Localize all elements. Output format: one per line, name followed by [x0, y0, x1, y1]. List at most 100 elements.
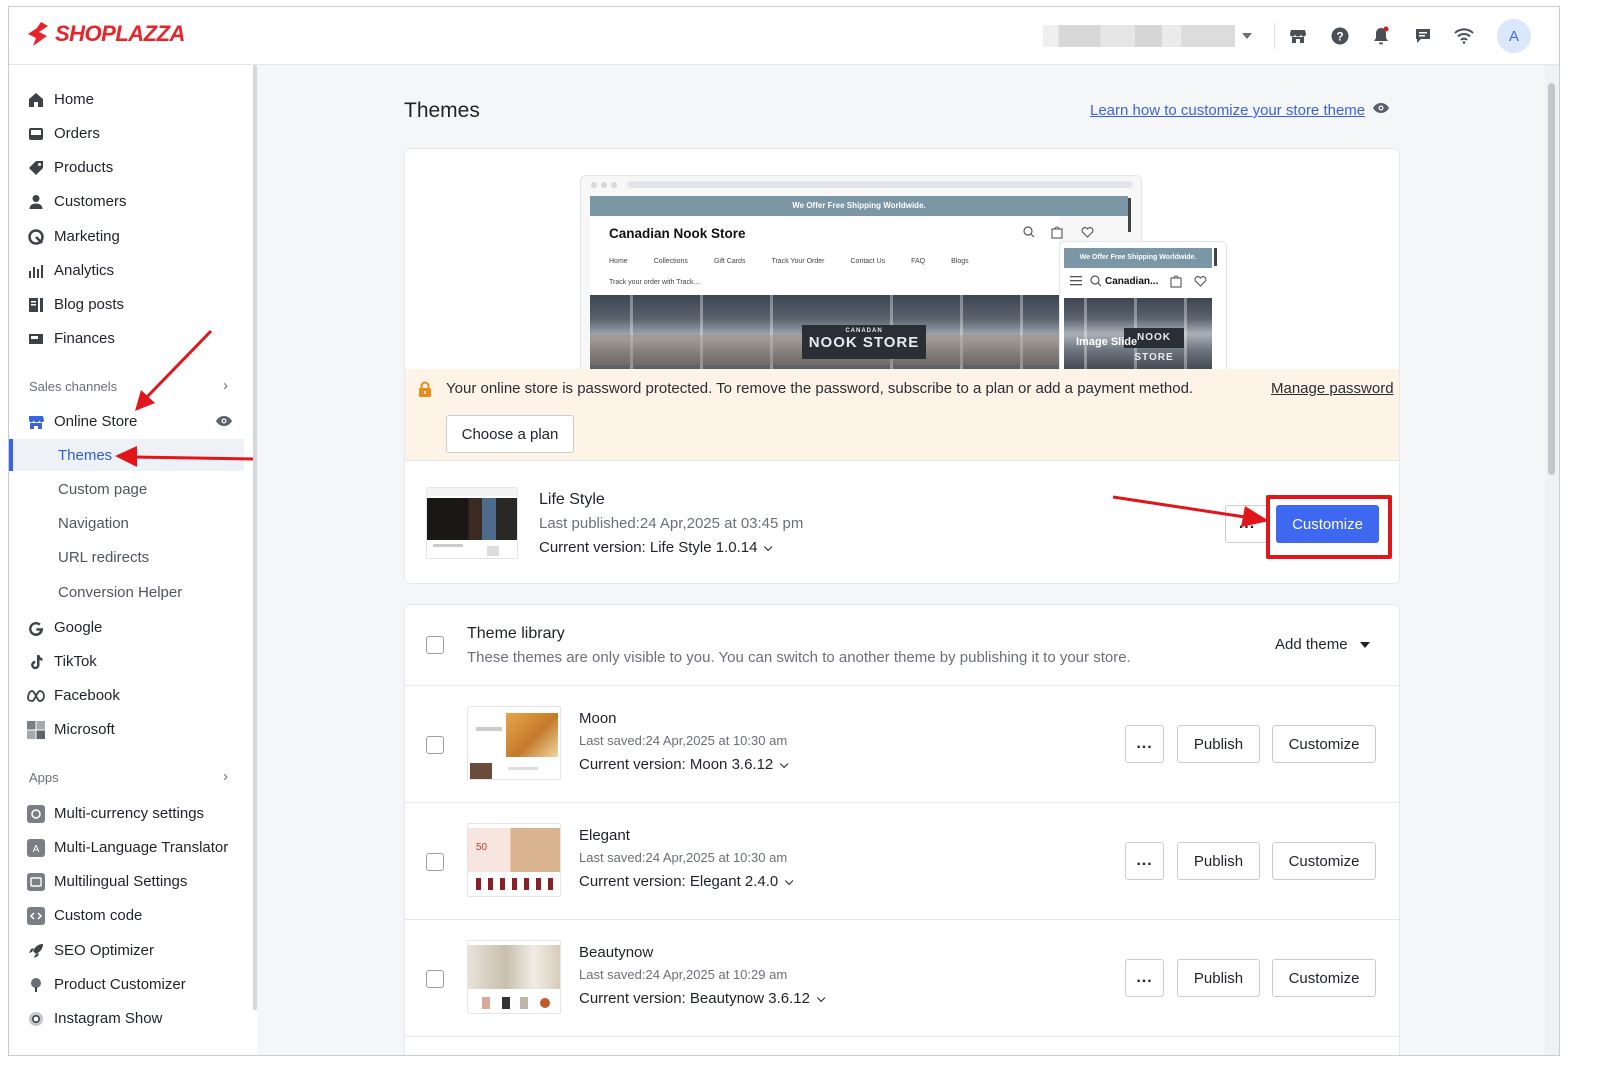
select-all-checkbox[interactable]	[426, 636, 444, 654]
sidebar-item-label: SEO Optimizer	[54, 942, 155, 959]
theme-version[interactable]: Current version: Beautynow 3.6.12	[579, 990, 826, 1007]
sidebar-app-product-customizer[interactable]: Product Customizer	[9, 970, 249, 1000]
sidebar-item-facebook[interactable]: Facebook	[9, 681, 249, 711]
sidebar-item-label: Facebook	[54, 687, 120, 704]
mobile-search-icon	[1090, 275, 1102, 287]
customize-button[interactable]: Customize	[1272, 842, 1376, 880]
alert-message: Your online store is password protected.…	[446, 380, 1194, 397]
multilingual-app-icon	[27, 873, 45, 891]
current-theme-version[interactable]: Current version: Life Style 1.0.14	[539, 539, 773, 556]
theme-name: Elegant	[579, 827, 630, 844]
mobile-preview: We Offer Free Shipping Worldwide. Canadi…	[1059, 241, 1227, 369]
sidebar-sub-item-url-redirects[interactable]: URL redirects	[9, 541, 244, 573]
code-app-icon	[27, 907, 45, 925]
eye-icon[interactable]	[1372, 102, 1390, 114]
avatar[interactable]: A	[1497, 19, 1531, 53]
sidebar-sub-item-label: URL redirects	[58, 549, 150, 566]
sidebar-item-label: Microsoft	[54, 721, 115, 738]
scrollbar-thumb[interactable]	[1548, 83, 1555, 475]
chevron-right-icon[interactable]: ›	[223, 768, 228, 785]
help-icon[interactable]: ?	[1329, 25, 1351, 47]
sidebar-app-instagram-show[interactable]: Instagram Show	[9, 1004, 249, 1034]
top-bar: SHOPLAZZA ? A	[9, 7, 1559, 65]
sidebar-app-multilingual-settings[interactable]: Multilingual Settings	[9, 867, 249, 897]
store-icon[interactable]	[1287, 25, 1309, 47]
add-theme-label: Add theme	[1275, 636, 1348, 653]
sidebar-item-label: Multi-Language Translator	[54, 839, 229, 856]
theme-library-row: Moon Last saved:24 Apr,2025 at 10:30 am …	[405, 685, 1399, 802]
chevron-down-icon[interactable]	[1242, 33, 1252, 39]
shoplazza-logo[interactable]: SHOPLAZZA	[27, 21, 185, 47]
theme-thumbnail-moon	[467, 706, 561, 780]
theme-checkbox[interactable]	[426, 736, 444, 754]
mobile-cart-icon	[1170, 275, 1182, 288]
more-actions-button[interactable]: ...	[1125, 842, 1164, 880]
manage-password-link[interactable]: Manage password	[1271, 380, 1394, 397]
customize-button[interactable]: Customize	[1272, 725, 1376, 763]
hero-image: CANADAN NOOK STORE	[590, 295, 1059, 369]
theme-library-row	[405, 1036, 1399, 1055]
theme-version[interactable]: Current version: Elegant 2.4.0	[579, 873, 794, 890]
current-theme-name: Life Style	[539, 491, 605, 508]
preview-nav-item: Home	[609, 258, 628, 265]
theme-preview: We Offer Free Shipping Worldwide. Canadi…	[405, 149, 1399, 369]
theme-checkbox[interactable]	[426, 853, 444, 871]
preview-nav-item: FAQ	[911, 258, 926, 265]
preview-search-icon	[1023, 226, 1035, 238]
current-theme-row: Life Style Last published:24 Apr,2025 at…	[405, 460, 1399, 584]
divider	[1274, 23, 1275, 49]
theme-checkbox[interactable]	[426, 970, 444, 988]
publish-button[interactable]: Publish	[1177, 959, 1260, 997]
app-window: SHOPLAZZA ? A Home Orders Products Custo…	[8, 6, 1560, 1056]
mobile-menu-icon	[1070, 276, 1082, 286]
sidebar-item-tiktok[interactable]: TikTok	[9, 647, 249, 677]
password-alert: Your online store is password protected.…	[405, 369, 1399, 460]
preview-cart-icon	[1051, 226, 1063, 239]
theme-saved: Last saved:24 Apr,2025 at 10:29 am	[579, 967, 788, 982]
theme-thumbnail-beautynow	[467, 940, 561, 1014]
preview-nav-item: Blogs	[951, 258, 969, 265]
customize-button[interactable]: Customize	[1272, 959, 1376, 997]
sidebar-app-seo-optimizer[interactable]: SEO Optimizer	[9, 936, 249, 966]
sidebar-app-multi-currency[interactable]: Multi-currency settings	[9, 799, 249, 829]
main-scrollbar[interactable]	[1545, 65, 1559, 1055]
bell-icon[interactable]	[1370, 25, 1392, 47]
choose-plan-button[interactable]: Choose a plan	[446, 415, 574, 453]
learn-customize-link[interactable]: Learn how to customize your store theme	[1090, 102, 1365, 119]
theme-version[interactable]: Current version: Moon 3.6.12	[579, 756, 789, 773]
sidebar-sub-item-conversion-helper[interactable]: Conversion Helper	[9, 576, 244, 608]
google-icon	[27, 619, 45, 637]
chat-icon[interactable]	[1412, 25, 1434, 47]
brush-icon	[27, 976, 45, 994]
sidebar-sub-item-navigation[interactable]: Navigation	[9, 507, 244, 539]
microsoft-icon	[27, 721, 45, 739]
library-title: Theme library	[467, 625, 565, 642]
chevron-down-icon	[780, 759, 789, 769]
mobile-scrollbar	[1214, 248, 1217, 266]
theme-saved: Last saved:24 Apr,2025 at 10:30 am	[579, 733, 788, 748]
add-theme-dropdown[interactable]: Add theme	[1275, 636, 1370, 653]
preview-scrollbar	[1128, 198, 1131, 232]
more-actions-button[interactable]: ...	[1125, 725, 1164, 763]
sidebar-scrollbar[interactable]	[253, 65, 257, 1010]
hero-sign-text: NOOK STORE	[808, 334, 920, 351]
translator-app-icon: A	[27, 839, 45, 857]
store-selector[interactable]	[1043, 25, 1235, 47]
preview-nav-line2: Track your order with Track...	[609, 279, 700, 286]
theme-library-card: Theme library These themes are only visi…	[404, 604, 1400, 1055]
wifi-icon[interactable]	[1453, 25, 1475, 47]
sidebar-app-multi-language-translator[interactable]: A Multi-Language Translator	[9, 833, 249, 863]
mobile-hero-caption: Image Slide	[1076, 336, 1138, 348]
sidebar-item-microsoft[interactable]: Microsoft	[9, 715, 249, 745]
sidebar-item-label: Google	[54, 619, 103, 636]
meta-icon	[27, 687, 45, 705]
library-description: These themes are only visible to you. Yo…	[467, 649, 1131, 666]
instagram-icon	[27, 1010, 45, 1028]
more-actions-button[interactable]: ...	[1125, 959, 1164, 997]
preview-nav: Home Collections Gift Cards Track Your O…	[609, 258, 969, 265]
sidebar-item-google[interactable]: Google	[9, 613, 249, 643]
sidebar-app-custom-code[interactable]: Custom code	[9, 901, 249, 931]
publish-button[interactable]: Publish	[1177, 725, 1260, 763]
publish-button[interactable]: Publish	[1177, 842, 1260, 880]
theme-thumbnail-elegant: 50	[467, 823, 561, 897]
